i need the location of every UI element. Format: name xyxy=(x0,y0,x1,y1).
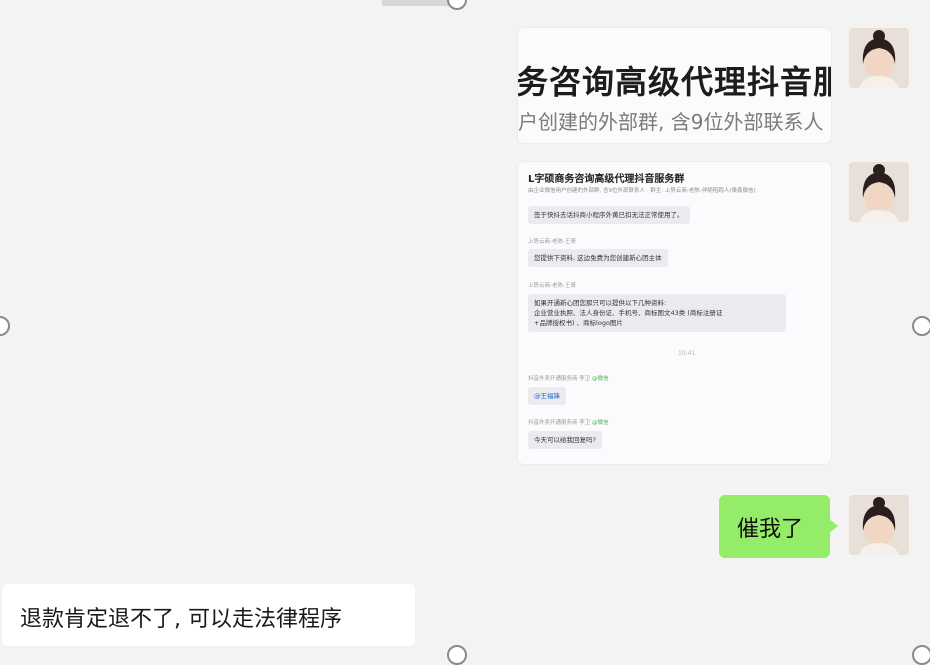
group-sender-5: 抖音外卖开通服务商 李卫 @微信 xyxy=(528,418,609,426)
resize-handle-top-icon[interactable] xyxy=(447,0,467,10)
group-title: L字硕商务咨询高级代理抖音服务群 xyxy=(528,174,685,185)
avatar-icon[interactable] xyxy=(849,495,909,555)
group-message-2: 您提供下资料, 这边免费为您创建新心团主体 xyxy=(528,249,668,267)
image-message-2[interactable]: L字硕商务咨询高级代理抖音服务群 由企业微信用户创建的外部群, 含9位外部联系人… xyxy=(518,162,831,464)
group-timestamp: 10:41 xyxy=(678,350,696,357)
group-message-3-line-2: 企业营业执照、法人身份证、手机号、商标图文43类 (商标注册证 xyxy=(534,309,723,317)
avatar-icon-graphic xyxy=(849,162,909,222)
sent-message-text: 催我了 xyxy=(737,517,804,542)
group-sender-3: 上势云商-老陈-王哥 xyxy=(528,283,576,289)
top-divider xyxy=(382,0,452,6)
mention-link: @王福锋 xyxy=(534,392,560,400)
group-sender-5-name: 抖音外卖开通服务商 李卫 xyxy=(528,420,591,426)
resize-handle-left-icon[interactable] xyxy=(0,316,10,336)
received-message-text: 退款肯定退不了, 可以走法律程序 xyxy=(20,607,342,632)
image-message-1[interactable]: 务咨询高级代理抖音服 户创建的外部群, 含9位外部联系人 xyxy=(518,28,831,143)
resize-handle-right-icon[interactable] xyxy=(912,316,930,336)
group-message-1: 签于快抖去话抖商小程序外黄已扣无法正常使用了。 xyxy=(528,206,690,224)
resize-handle-bottom-icon[interactable] xyxy=(447,645,467,665)
sent-message-bubble[interactable]: 催我了 xyxy=(719,495,838,558)
avatar-icon-graphic xyxy=(849,495,909,555)
group-message-5: 今天可以给我回复吗? xyxy=(528,431,602,449)
group-message-3-line-3: +品牌授权书) 、商标logo图片 xyxy=(534,319,623,327)
received-message-bubble[interactable]: 退款肯定退不了, 可以走法律程序 xyxy=(2,584,415,646)
group-sender-4-tag: @微信 xyxy=(592,376,609,382)
group-message-4: @王福锋 xyxy=(528,387,566,405)
avatar-icon-graphic xyxy=(849,28,909,88)
group-sender-5-tag: @微信 xyxy=(592,420,609,426)
group-subtitle: 由企业微信用户创建的外部群, 含9位外部联系人 · 群主: 上势云商-老陈-伴随… xyxy=(528,188,756,194)
avatar-icon[interactable] xyxy=(849,162,909,222)
image-message-1-title: 务咨询高级代理抖音服 xyxy=(518,63,831,101)
resize-handle-corner-icon[interactable] xyxy=(912,645,930,665)
group-sender-2: 上势云商-老陈-王哥 xyxy=(528,239,576,245)
group-sender-4-name: 抖音外卖开通服务商 李卫 xyxy=(528,376,591,382)
group-sender-4: 抖音外卖开通服务商 李卫 @微信 xyxy=(528,374,609,382)
image-message-1-subtitle: 户创建的外部群, 含9位外部联系人 xyxy=(518,110,824,134)
group-message-3: 如果开通新心团您那只可以提供以下几种资料: 企业营业执照、法人身份证、手机号、商… xyxy=(528,294,786,332)
group-message-3-line-1: 如果开通新心团您那只可以提供以下几种资料: xyxy=(534,299,667,307)
avatar-icon[interactable] xyxy=(849,28,909,88)
